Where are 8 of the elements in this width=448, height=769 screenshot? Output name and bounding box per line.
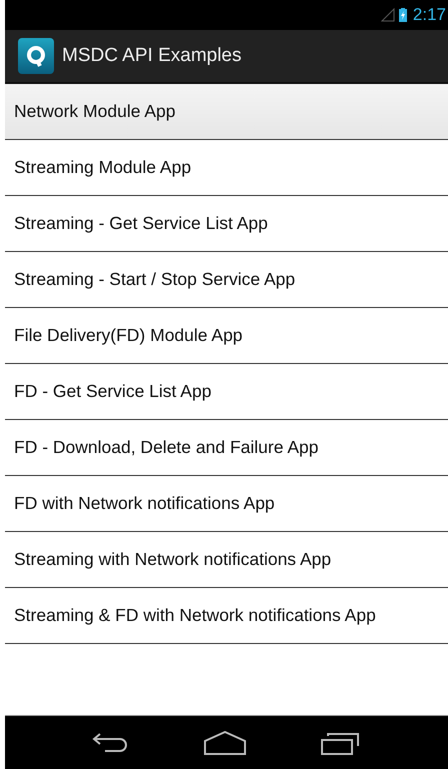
clock-time: 2:17: [412, 5, 446, 25]
app-logo-icon: [18, 38, 54, 74]
signal-icon: [380, 8, 395, 22]
battery-icon: [398, 8, 407, 22]
app-title: MSDC API Examples: [62, 45, 242, 67]
home-icon[interactable]: [204, 730, 246, 754]
list-item[interactable]: Network Module App: [5, 84, 448, 140]
recent-apps-icon[interactable]: [320, 730, 361, 754]
